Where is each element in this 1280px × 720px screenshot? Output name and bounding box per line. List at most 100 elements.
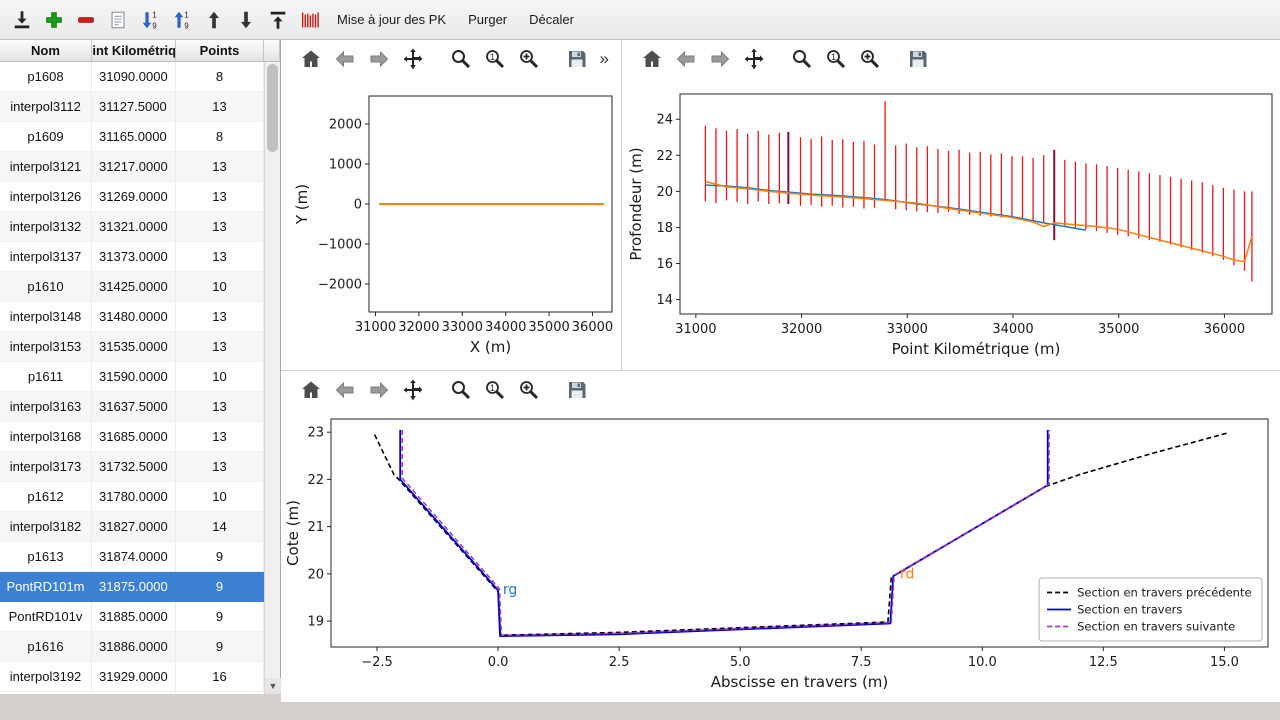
toolbar-overflow-chevron[interactable]: »: [600, 49, 611, 69]
table-row[interactable]: interpol313731373.000013: [0, 242, 264, 272]
table-row[interactable]: interpol319231929.000016: [0, 662, 264, 692]
remove-button[interactable]: [70, 4, 102, 36]
table-row[interactable]: interpol316831685.000013: [0, 422, 264, 452]
table-row[interactable]: interpol311231127.500013: [0, 92, 264, 122]
sort-desc-icon: 19: [139, 9, 161, 31]
zoom-one-button[interactable]: 1: [481, 376, 509, 404]
table-row[interactable]: interpol314831480.000013: [0, 302, 264, 332]
zoom-button[interactable]: [447, 45, 475, 73]
sort-asc-button[interactable]: 19: [166, 4, 198, 36]
table-row[interactable]: p160831090.00008: [0, 62, 264, 92]
move-down-button[interactable]: [230, 4, 262, 36]
table-row[interactable]: p161131590.000010: [0, 362, 264, 392]
pan-button[interactable]: [399, 45, 427, 73]
svg-text:rd: rd: [900, 567, 914, 583]
back-icon: [674, 47, 698, 71]
svg-text:36000: 36000: [1204, 322, 1245, 337]
document-button[interactable]: [102, 4, 134, 36]
table-row[interactable]: PontRD101v31885.00009: [0, 602, 264, 632]
back-button[interactable]: [331, 376, 359, 404]
zoom-icon: [449, 378, 473, 402]
zoom-button[interactable]: [788, 45, 816, 73]
column-header-points[interactable]: Points: [176, 40, 264, 62]
svg-text:Section en travers: Section en travers: [1077, 603, 1182, 617]
table-row[interactable]: interpol312131217.000013: [0, 152, 264, 182]
svg-text:−1000: −1000: [318, 238, 362, 253]
import-button[interactable]: [6, 4, 38, 36]
cell-nom: interpol3121: [0, 152, 92, 182]
cell-nom: interpol3112: [0, 92, 92, 122]
table-row[interactable]: p161231780.000010: [0, 482, 264, 512]
section-canvas[interactable]: −2.50.02.55.07.510.012.515.01920212223Ab…: [281, 409, 1280, 703]
forward-button[interactable]: [706, 45, 734, 73]
zoom-one-button[interactable]: 1: [481, 45, 509, 73]
forward-icon: [367, 47, 391, 71]
svg-text:12.5: 12.5: [1089, 655, 1118, 670]
home-button[interactable]: [638, 45, 666, 73]
svg-text:15.0: 15.0: [1210, 655, 1239, 670]
back-button[interactable]: [672, 45, 700, 73]
column-header-pk[interactable]: Point Kilométrique: [92, 40, 176, 62]
profil-canvas[interactable]: 3100032000330003400035000360001416182022…: [622, 78, 1280, 370]
table-row[interactable]: p161631886.00009: [0, 632, 264, 662]
table-row[interactable]: p161031425.000010: [0, 272, 264, 302]
home-button[interactable]: [297, 45, 325, 73]
save-button[interactable]: [904, 45, 932, 73]
forward-button[interactable]: [365, 376, 393, 404]
update-pk-button[interactable]: Mise à jour des PK: [326, 4, 457, 36]
svg-text:5.0: 5.0: [730, 655, 751, 670]
svg-text:Abscisse en travers (m): Abscisse en travers (m): [711, 673, 889, 691]
add-button[interactable]: [38, 4, 70, 36]
table-row[interactable]: interpol315331535.000013: [0, 332, 264, 362]
home-button[interactable]: [297, 376, 325, 404]
table-row[interactable]: interpol313231321.000013: [0, 212, 264, 242]
sections-table-panel: Nom Point Kilométrique Points p160831090…: [0, 40, 281, 694]
cell-points: 13: [176, 332, 264, 362]
save-button[interactable]: [563, 376, 591, 404]
purge-button[interactable]: Purger: [457, 4, 518, 36]
cell-points: 13: [176, 92, 264, 122]
pan-button[interactable]: [740, 45, 768, 73]
zoom-in-button[interactable]: [515, 376, 543, 404]
table-row[interactable]: p160931165.00008: [0, 122, 264, 152]
scrollbar-down-button[interactable]: ▼: [265, 678, 281, 694]
zoom-in-button[interactable]: [856, 45, 884, 73]
zoom-in-button[interactable]: [515, 45, 543, 73]
save-button[interactable]: [563, 45, 591, 73]
forward-button[interactable]: [365, 45, 393, 73]
table-row[interactable]: PontRD101m31875.00009: [0, 572, 264, 602]
table-row[interactable]: interpol312631269.000013: [0, 182, 264, 212]
main-toolbar: 1919 Mise à jour des PK Purger Décaler: [0, 0, 1280, 40]
pan-button[interactable]: [399, 376, 427, 404]
svg-text:23: 23: [307, 426, 324, 441]
cell-nom: interpol3132: [0, 212, 92, 242]
home-icon: [299, 378, 323, 402]
svg-text:20: 20: [656, 185, 673, 200]
plan-view-canvas[interactable]: 310003200033000340003500036000−2000−1000…: [281, 78, 622, 370]
figure-profil-en-long: 1 31000320003300034000350003600014161820…: [622, 40, 1280, 370]
table-scrollbar[interactable]: ▼: [264, 62, 280, 694]
table-row[interactable]: interpol317331732.500013: [0, 452, 264, 482]
svg-text:1: 1: [490, 52, 495, 62]
cell-nom: interpol3192: [0, 662, 92, 692]
cell-pk: 31269.0000: [92, 182, 176, 212]
scrollbar-thumb[interactable]: [267, 64, 278, 152]
table-row[interactable]: p161331874.00009: [0, 542, 264, 572]
back-button[interactable]: [331, 45, 359, 73]
export-button[interactable]: [262, 4, 294, 36]
cell-pk: 31373.0000: [92, 242, 176, 272]
column-header-nom[interactable]: Nom: [0, 40, 92, 62]
svg-text:7.5: 7.5: [851, 655, 872, 670]
sections-button[interactable]: [294, 4, 326, 36]
shift-button[interactable]: Décaler: [518, 4, 585, 36]
zoom-one-icon: 1: [483, 47, 507, 71]
table-row[interactable]: interpol316331637.500013: [0, 392, 264, 422]
cell-nom: interpol3163: [0, 392, 92, 422]
zoom-one-button[interactable]: 1: [822, 45, 850, 73]
figures-panel: 1 » 310003200033000340003500036000−2000−1…: [281, 40, 1280, 702]
zoom-button[interactable]: [447, 376, 475, 404]
zoom-in-icon: [517, 47, 541, 71]
move-up-button[interactable]: [198, 4, 230, 36]
sort-desc-button[interactable]: 19: [134, 4, 166, 36]
table-row[interactable]: interpol318231827.000014: [0, 512, 264, 542]
